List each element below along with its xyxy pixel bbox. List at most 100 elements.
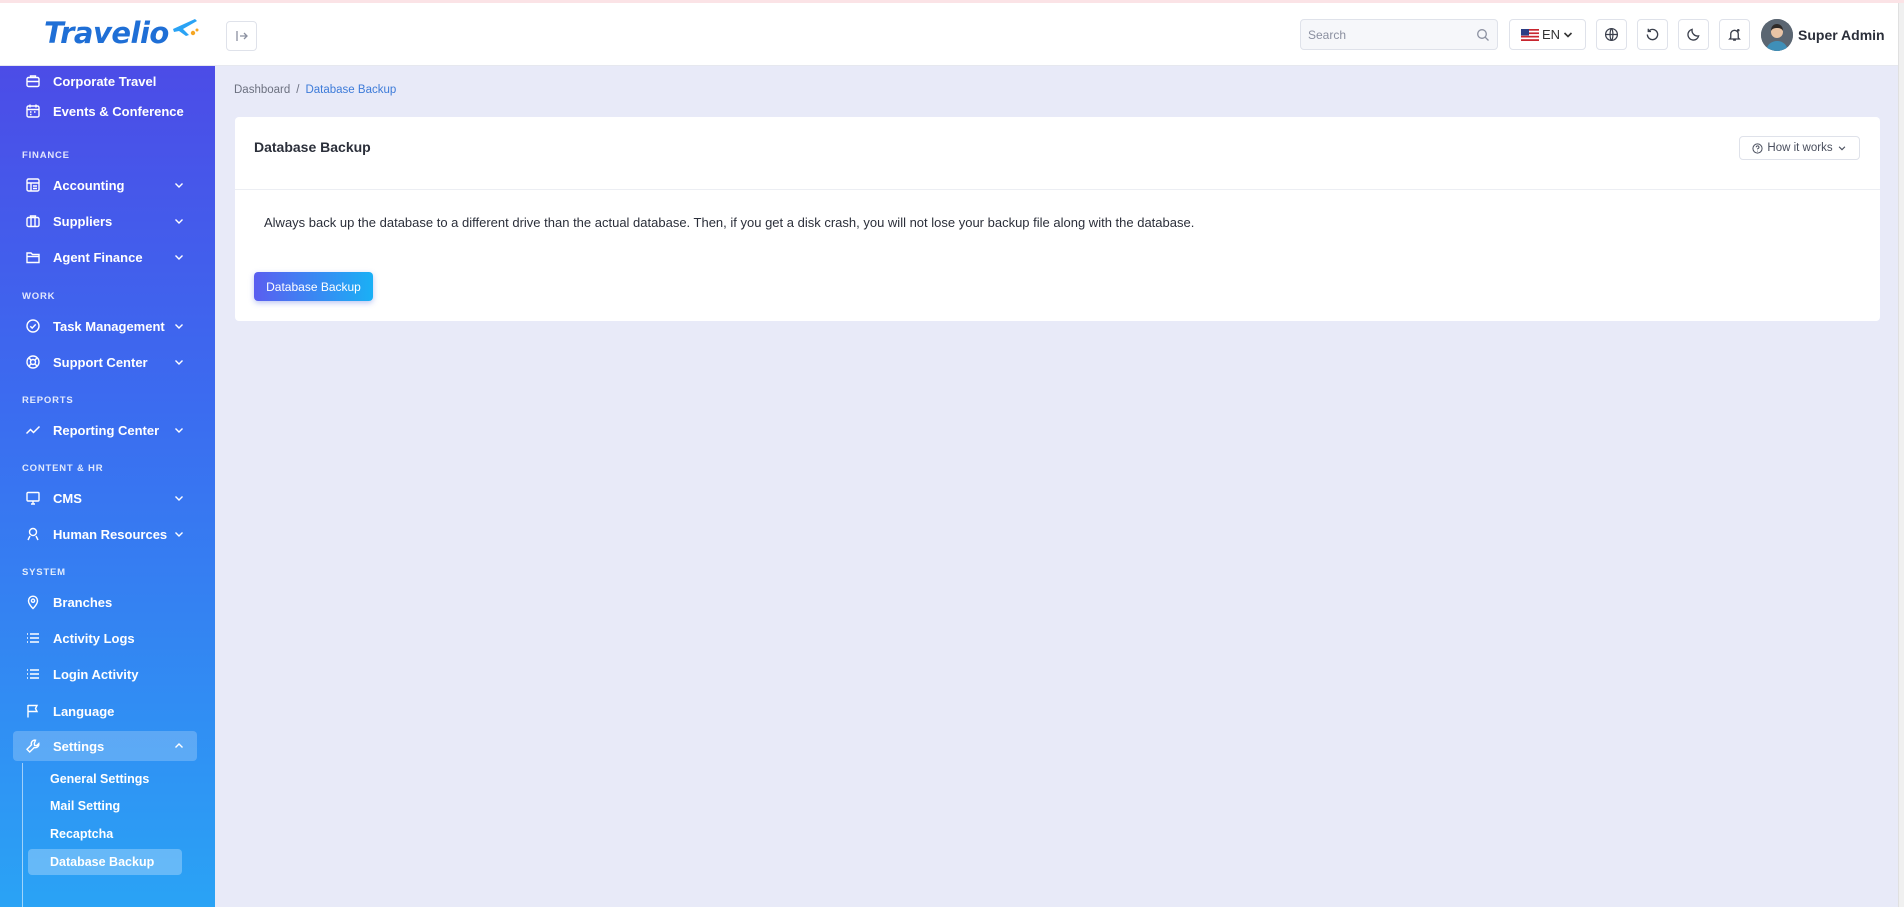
sidebar-item-label: Events & Conference	[53, 103, 184, 119]
airplane-icon	[172, 18, 199, 36]
chevron-down-icon	[175, 360, 183, 365]
help-circle-icon	[1752, 142, 1763, 154]
refresh-button[interactable]	[1637, 19, 1668, 50]
submenu-item-general-settings[interactable]: General Settings	[28, 766, 182, 792]
globe-icon	[1604, 27, 1619, 42]
how-it-works-button[interactable]: How it works	[1739, 136, 1860, 160]
moon-icon	[1687, 28, 1700, 41]
sidebar-item-accounting[interactable]: Accounting	[13, 170, 197, 200]
database-backup-button[interactable]: Database Backup	[254, 272, 373, 301]
flag-icon	[27, 704, 39, 718]
sidebar-item-support-center[interactable]: Support Center	[13, 347, 197, 377]
map-pin-icon	[27, 595, 39, 610]
sidebar-item-login-activity[interactable]: Login Activity	[13, 659, 197, 689]
sidebar-item-label: Agent Finance	[53, 249, 143, 265]
language-code: EN	[1541, 27, 1561, 42]
page-title: Database Backup	[254, 139, 371, 155]
sidebar-item-label: Human Resources	[53, 526, 168, 542]
list-icon	[27, 669, 39, 679]
sidebar: Travelio Corporate Travel Events & Confe…	[0, 0, 215, 907]
submenu-item-label: General Settings	[50, 772, 150, 786]
logo-text: Travelio	[44, 15, 169, 50]
how-it-works-label: How it works	[1767, 142, 1833, 154]
section-label-system: SYSTEM	[22, 567, 66, 578]
lifebuoy-icon	[26, 355, 40, 369]
sidebar-item-activity-logs[interactable]: Activity Logs	[13, 623, 197, 653]
calendar-icon	[26, 104, 40, 118]
search-field[interactable]	[1300, 19, 1498, 50]
sidebar-item-label: Corporate Travel	[53, 73, 157, 89]
sidebar-item-label: CMS	[53, 490, 82, 506]
section-label-work: WORK	[22, 291, 56, 302]
sidebar-item-cms[interactable]: CMS	[13, 483, 197, 513]
notifications-button[interactable]	[1719, 19, 1750, 50]
sidebar-item-task-management[interactable]: Task Management	[13, 311, 197, 341]
chevron-down-icon	[175, 255, 183, 260]
chevron-up-icon	[175, 743, 183, 748]
dark-mode-button[interactable]	[1678, 19, 1709, 50]
breadcrumb-separator: /	[296, 84, 300, 96]
sidebar-item-label: Settings	[53, 738, 105, 754]
sidebar-item-label: Suppliers	[53, 213, 113, 229]
search-input[interactable]	[1301, 20, 1461, 49]
sidebar-item-label: Activity Logs	[53, 630, 135, 646]
sidebar-item-label: Task Management	[53, 318, 165, 334]
chevron-down-icon	[1838, 146, 1845, 151]
submenu-item-label: Database Backup	[50, 855, 155, 869]
language-dropdown[interactable]: EN	[1509, 19, 1586, 50]
logo[interactable]: Travelio	[0, 0, 215, 66]
section-label-content-hr: CONTENT & HR	[22, 463, 104, 474]
sidebar-item-label: Reporting Center	[53, 422, 160, 438]
sidebar-item-label: Accounting	[53, 177, 125, 193]
monitor-icon	[26, 491, 40, 505]
avatar[interactable]	[1761, 19, 1793, 51]
chevron-down-icon	[175, 496, 183, 501]
submenu-item-database-backup[interactable]: Database Backup	[28, 849, 182, 875]
sidebar-toggle-button[interactable]	[226, 21, 257, 51]
sidebar-item-reporting-center[interactable]: Reporting Center	[13, 415, 197, 445]
sidebar-item-settings[interactable]: Settings	[13, 731, 197, 761]
chevron-down-icon	[175, 183, 183, 188]
sidebar-item-agent-finance[interactable]: Agent Finance	[13, 242, 197, 272]
folder-icon	[26, 252, 40, 264]
wrench-icon	[26, 739, 40, 753]
refresh-icon	[1646, 28, 1659, 41]
section-label-reports: REPORTS	[22, 395, 74, 406]
breadcrumb-root-link[interactable]: Dashboard	[234, 84, 290, 96]
sidebar-item-human-resources[interactable]: Human Resources	[13, 519, 197, 549]
top-accent-line	[0, 0, 1904, 3]
sidebar-item-branches[interactable]: Branches	[13, 587, 197, 617]
check-circle-icon	[26, 319, 40, 333]
sidebar-item-label: Login Activity	[53, 666, 139, 682]
search-icon[interactable]	[1476, 28, 1490, 42]
user-badge-icon	[27, 527, 39, 541]
user-name[interactable]: Super Admin	[1798, 27, 1885, 43]
chevron-down-icon	[175, 219, 183, 224]
sidebar-item-suppliers[interactable]: Suppliers	[13, 206, 197, 236]
user-avatar-icon	[1761, 19, 1793, 51]
chevron-down-icon	[1563, 31, 1573, 38]
ledger-icon	[26, 178, 40, 192]
trend-line-icon	[25, 425, 41, 435]
sidebar-item-events-conference[interactable]: Events & Conference	[13, 96, 197, 126]
chevron-down-icon	[175, 428, 183, 433]
chevron-down-icon	[175, 324, 183, 329]
top-header: EN Super Admin	[215, 3, 1904, 66]
suitcase-icon	[26, 215, 40, 228]
sidebar-item-language[interactable]: Language	[13, 696, 197, 726]
breadcrumb-current: Database Backup	[305, 84, 397, 96]
chevron-down-icon	[175, 532, 183, 537]
submenu-item-label: Recaptcha	[50, 827, 114, 841]
collapse-sidebar-icon	[235, 31, 248, 41]
submenu-item-recaptcha[interactable]: Recaptcha	[28, 821, 182, 847]
globe-button[interactable]	[1596, 19, 1627, 50]
submenu-item-mail-setting[interactable]: Mail Setting	[28, 793, 182, 819]
us-flag-icon	[1520, 28, 1539, 41]
sidebar-item-label: Language	[53, 703, 115, 719]
page-scrollbar[interactable]	[1898, 0, 1904, 907]
submenu-guide-line	[22, 763, 23, 907]
card-header: Database Backup How it works	[235, 117, 1880, 190]
sidebar-item-corporate-travel[interactable]: Corporate Travel	[13, 66, 197, 96]
backup-description: Always back up the database to a differe…	[264, 215, 1195, 230]
list-icon	[27, 633, 39, 643]
